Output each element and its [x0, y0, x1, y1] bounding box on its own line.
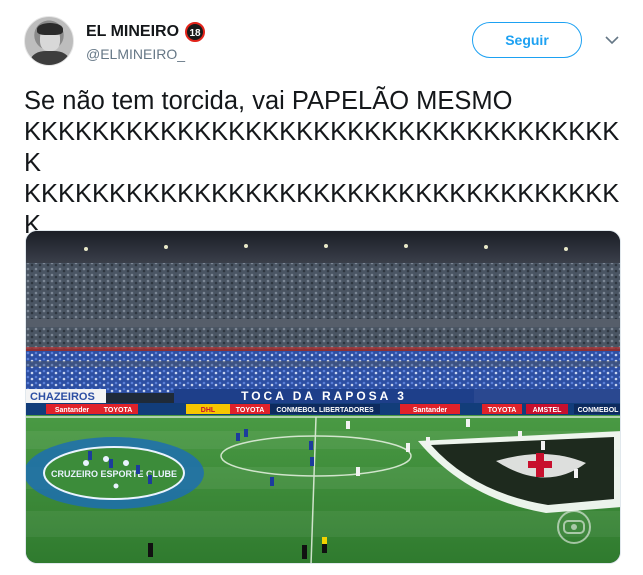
ad-board-9: CONMEBOL	[578, 407, 620, 414]
follow-button[interactable]: Seguir	[472, 22, 582, 58]
ad-boards: Santander TOYOTA DHL TOYOTA CONMEBOL LIB…	[46, 404, 620, 414]
chevron-down-icon[interactable]	[602, 30, 622, 50]
ad-board-1: Santander	[55, 407, 90, 414]
tweet-header: EL MINEIRO 18 @ELMINEIRO_ Seguir	[24, 12, 624, 70]
left-banner-text: CHAZEIROS	[30, 391, 95, 403]
upper-stands	[26, 263, 620, 321]
lower-stands	[26, 351, 620, 393]
middle-stands	[26, 327, 620, 349]
stand-banner-text: TOCA DA RAPOSA 3	[241, 389, 407, 403]
tweet-photo[interactable]: CHAZEIROS TOCA DA RAPOSA 3 Santander TOY…	[25, 230, 621, 564]
user-names: EL MINEIRO 18 @ELMINEIRO_	[86, 22, 206, 62]
ad-board-2: TOYOTA	[104, 407, 133, 414]
age-badge-icon: 18	[185, 22, 206, 42]
display-name[interactable]: EL MINEIRO	[86, 23, 179, 41]
ad-board-3: DHL	[201, 407, 216, 414]
cruzeiro-crest: CRUZEIRO ESPORTE CLUBE	[26, 437, 204, 509]
crest-text: CRUZEIRO ESPORTE CLUBE	[51, 469, 177, 479]
avatar[interactable]	[24, 16, 74, 66]
ad-board-4: TOYOTA	[236, 407, 265, 414]
ad-board-7: TOYOTA	[488, 407, 517, 414]
stadium-roof	[26, 231, 620, 263]
ad-board-6: Santander	[413, 407, 448, 414]
user-handle[interactable]: @ELMINEIRO_	[86, 46, 205, 62]
ad-board-8: AMSTEL	[533, 407, 563, 414]
ad-board-5: CONMEBOL LIBERTADORES	[276, 407, 374, 414]
